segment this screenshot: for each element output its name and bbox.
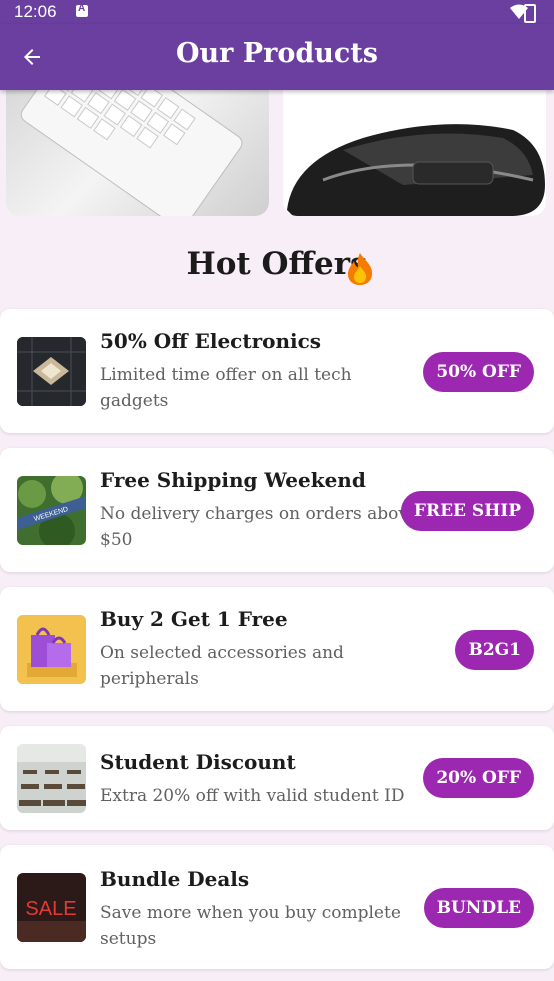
- keyboard-product-image[interactable]: [6, 90, 269, 216]
- offer-title: Buy 2 Get 1 Free: [100, 607, 288, 631]
- offer-title: Bundle Deals: [100, 867, 250, 891]
- sale-sign-text: SALE: [25, 898, 76, 920]
- offer-badge[interactable]: 50% OFF: [423, 352, 534, 392]
- mouse-icon: [287, 124, 545, 216]
- offer-badge[interactable]: 20% OFF: [423, 758, 534, 798]
- offer-title: Free Shipping Weekend: [100, 468, 366, 492]
- offer-badge[interactable]: FREE SHIP: [400, 491, 534, 531]
- offer-card[interactable]: Buy 2 Get 1 Free On selected accessories…: [0, 587, 554, 711]
- classroom-image: [17, 744, 86, 813]
- hot-offers-heading: Hot Offers: [0, 246, 554, 285]
- keyboard-icon: [20, 90, 243, 216]
- status-time: 12:06: [14, 2, 57, 21]
- offer-description: No delivery charges on orders above $50: [100, 504, 418, 550]
- offer-title: 50% Off Electronics: [100, 329, 322, 353]
- offer-description: Limited time offer on all tech gadgets: [100, 365, 352, 411]
- hot-offers-title: Hot Offers: [186, 246, 368, 282]
- page-title: Our Products: [176, 38, 378, 69]
- offer-card[interactable]: Student Discount Extra 20% off with vali…: [0, 726, 554, 830]
- battery-icon: [524, 4, 536, 23]
- status-bar: 12:06: [0, 0, 554, 24]
- shopping-bags-image: [17, 615, 86, 684]
- offer-description: On selected accessories and peripherals: [100, 643, 344, 689]
- offer-description: Extra 20% off with valid student ID: [100, 786, 405, 806]
- offer-badge[interactable]: B2G1: [455, 630, 534, 670]
- offer-badge[interactable]: BUNDLE: [423, 888, 534, 928]
- mouse-product-image[interactable]: [283, 90, 546, 216]
- weekend-sign-image: WEEKEND: [17, 476, 86, 545]
- offer-title: Student Discount: [100, 750, 296, 774]
- offer-card[interactable]: WEEKEND Free Shipping Weekend No deliver…: [0, 448, 554, 572]
- fire-icon: [348, 253, 373, 285]
- offer-card[interactable]: 50% Off Electronics Limited time offer o…: [0, 309, 554, 433]
- notification-icon: [76, 3, 88, 17]
- chip-image: [17, 337, 86, 406]
- app-bar: Our Products: [0, 24, 554, 90]
- sale-sign-image: SALE: [17, 873, 86, 942]
- offer-description: Save more when you buy complete setups: [100, 903, 401, 949]
- offer-card[interactable]: SALE Bundle Deals Save more when you buy…: [0, 845, 554, 969]
